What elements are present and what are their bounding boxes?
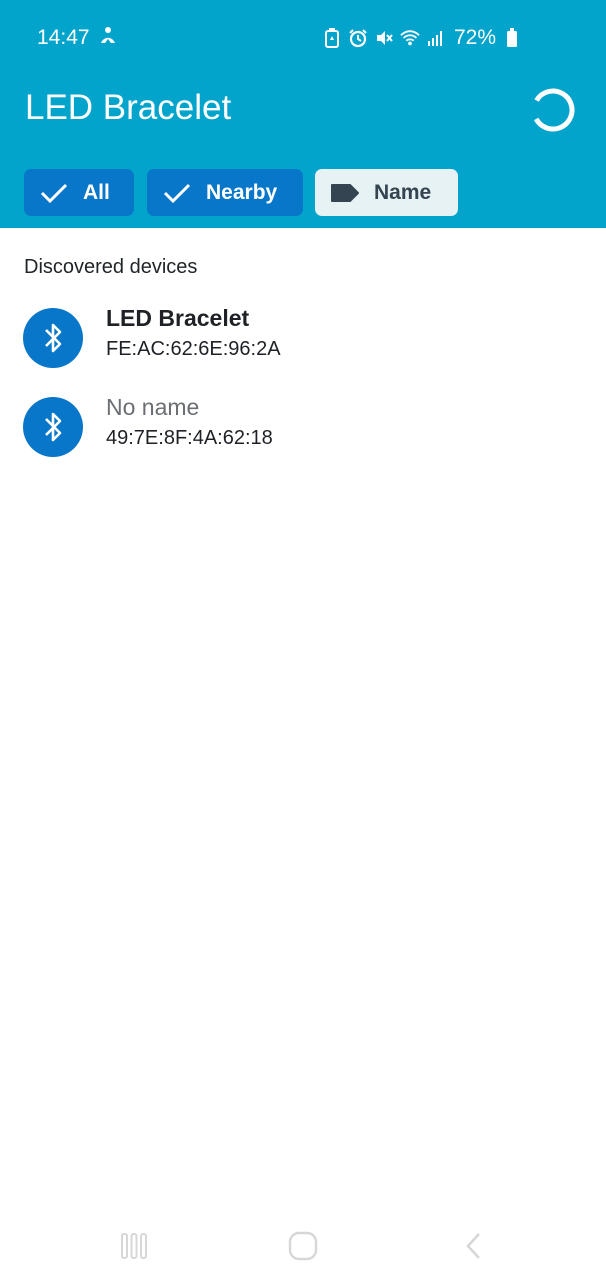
status-bar: 14:47 72% — [0, 0, 606, 76]
filter-chip-label: Name — [374, 180, 432, 204]
device-name: No name — [106, 394, 200, 420]
mute-icon — [374, 27, 394, 49]
check-icon — [39, 181, 69, 205]
device-list-item[interactable]: No name 49:7E:8F:4A:62:18 — [0, 394, 606, 477]
device-address: 49:7E:8F:4A:62:18 — [106, 427, 273, 449]
section-title: Discovered devices — [24, 256, 198, 278]
app-header: 14:47 72% LED Bracelet All Nearby Name — [0, 0, 606, 228]
filter-chip-label: All — [83, 180, 110, 204]
device-address: FE:AC:62:6E:96:2A — [106, 338, 281, 360]
status-icons: 72% — [322, 26, 522, 50]
wifi-icon — [400, 27, 420, 49]
filter-chips: All Nearby Name — [0, 169, 606, 217]
device-list-item[interactable]: LED Bracelet FE:AC:62:6E:96:2A — [0, 305, 606, 388]
recent-apps-icon[interactable] — [116, 1230, 152, 1262]
system-navigation-bar — [0, 1210, 606, 1280]
status-time: 14:47 — [37, 26, 90, 49]
back-icon[interactable] — [455, 1230, 491, 1262]
bluetooth-icon — [23, 308, 83, 368]
filter-chip-nearby[interactable]: Nearby — [147, 169, 303, 216]
label-tag-icon — [330, 181, 360, 205]
filter-chip-all[interactable]: All — [24, 169, 134, 216]
battery-percent: 72% — [454, 26, 497, 49]
scanning-progress-icon — [529, 86, 577, 134]
alarm-icon — [348, 27, 368, 49]
signal-icon — [426, 27, 446, 49]
battery-saver-icon — [322, 27, 342, 49]
filter-chip-name[interactable]: Name — [315, 169, 458, 216]
home-icon[interactable] — [285, 1230, 321, 1262]
filter-chip-label: Nearby — [206, 180, 278, 204]
bluetooth-icon — [23, 397, 83, 457]
battery-icon — [502, 27, 522, 49]
check-icon — [162, 181, 192, 205]
app-title: LED Bracelet — [25, 88, 232, 127]
accessibility-icon — [98, 26, 118, 54]
device-name: LED Bracelet — [106, 305, 250, 331]
